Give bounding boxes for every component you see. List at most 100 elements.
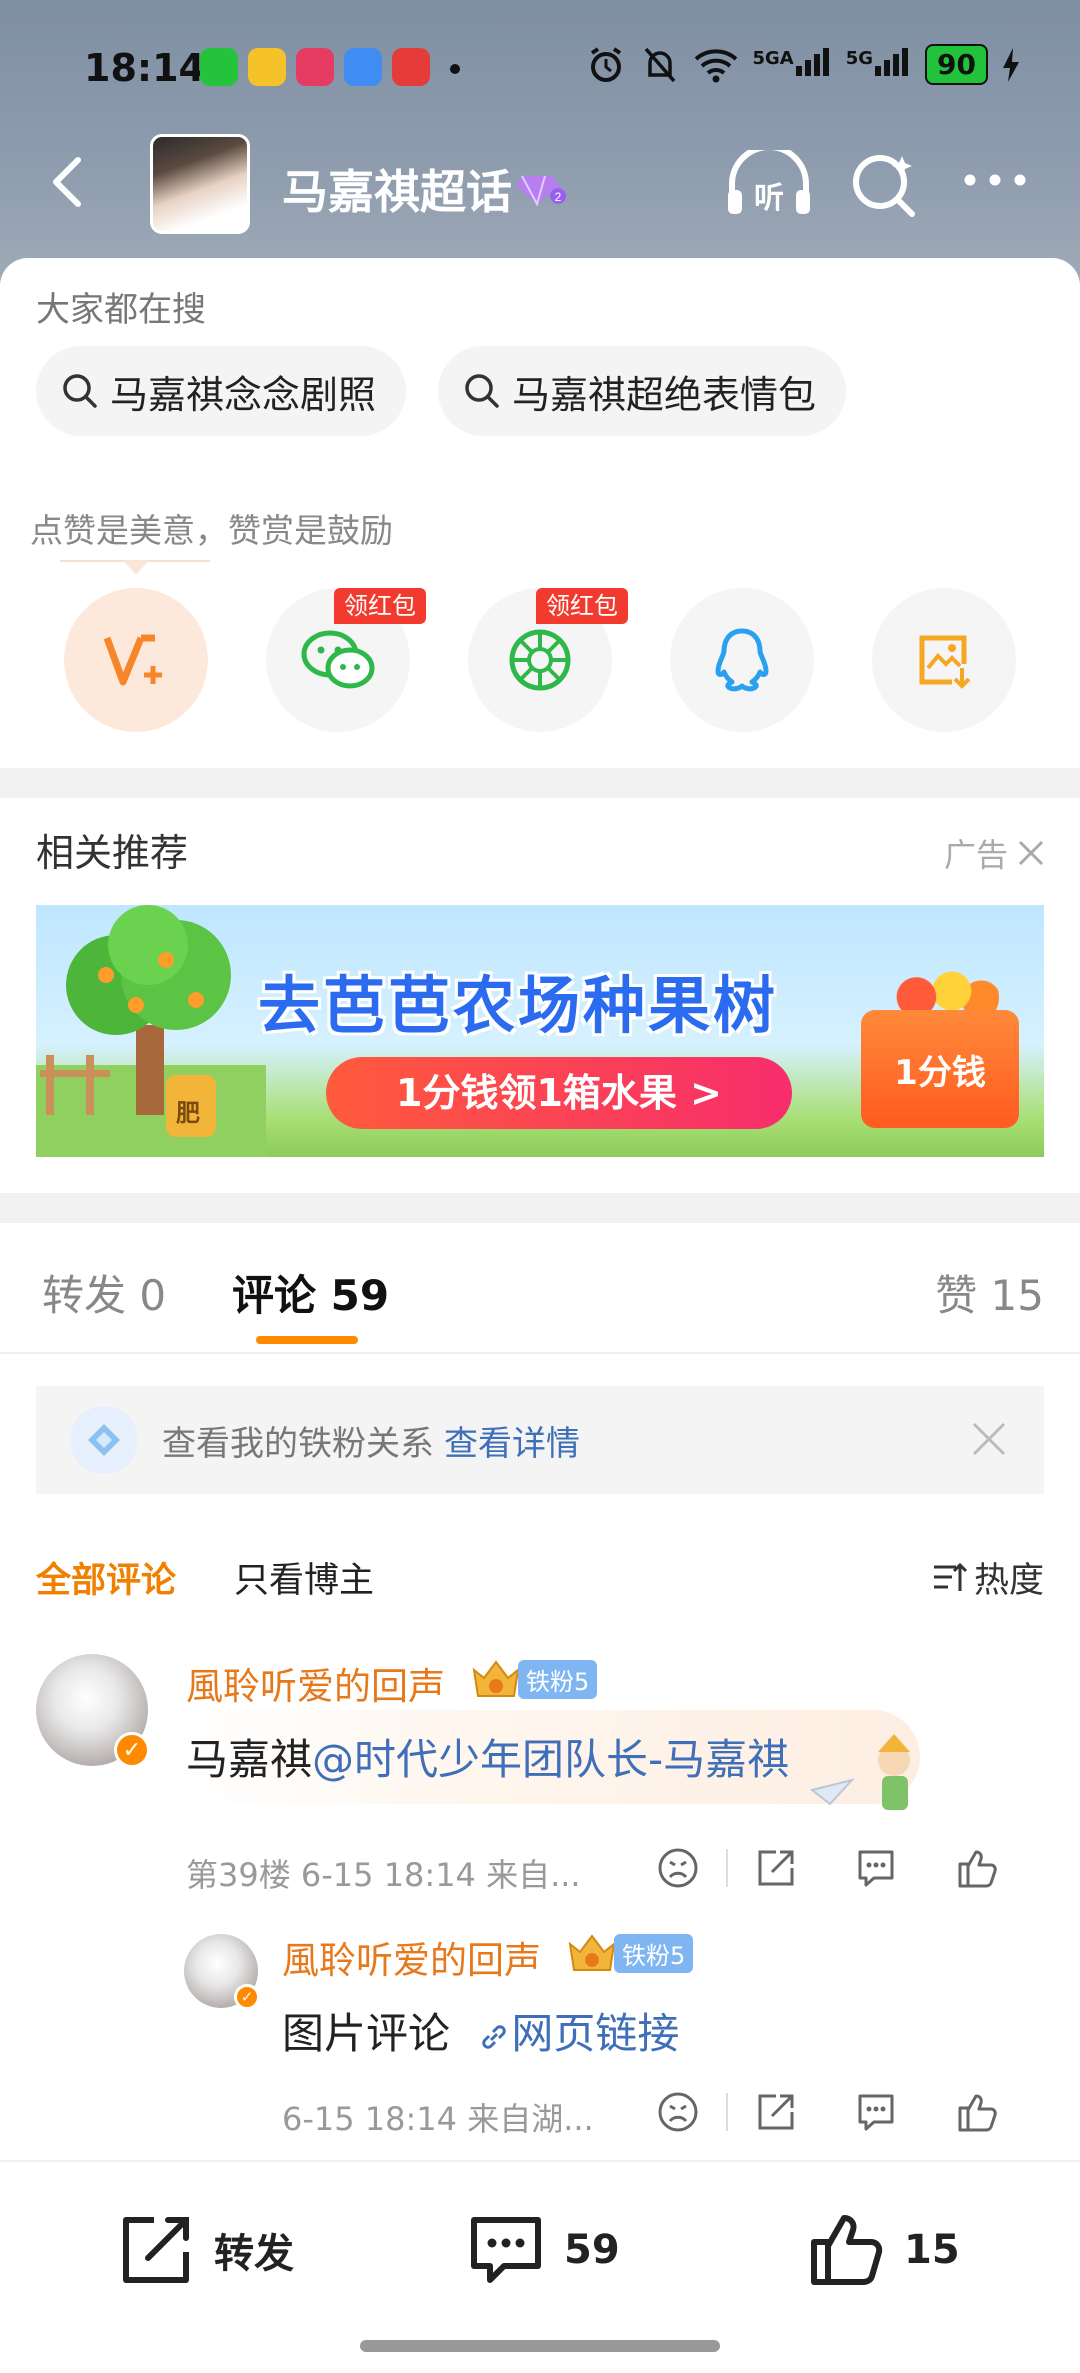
cell-signal-1: 5GA bbox=[752, 47, 831, 82]
share-vplus-button[interactable] bbox=[64, 588, 208, 732]
tab-comments[interactable]: 评论 59 bbox=[232, 1262, 389, 1323]
close-icon bbox=[1018, 840, 1044, 866]
comment-text-prefix: 马嘉祺 bbox=[186, 1735, 313, 1784]
filter-author-only[interactable]: 只看博主 bbox=[234, 1552, 374, 1603]
section-divider bbox=[0, 768, 1080, 798]
avatar[interactable]: ✓ bbox=[36, 1654, 150, 1768]
fruit-tree-illustration bbox=[36, 905, 266, 1157]
bottom-action-bar: 转发 59 15 bbox=[0, 2160, 1080, 2373]
weibo-app-icon bbox=[248, 48, 286, 86]
share-icon bbox=[123, 2217, 189, 2283]
red-packet-tag: 领红包 bbox=[536, 588, 628, 624]
tab-likes[interactable]: 赞 15 bbox=[935, 1262, 1044, 1323]
ad-label: 广告 bbox=[943, 836, 1008, 874]
bottom-like-count: 15 bbox=[904, 2227, 960, 2273]
topic-header: 马嘉祺超话 2 听 bbox=[0, 130, 1080, 250]
dislike-face-icon[interactable] bbox=[656, 1846, 700, 1890]
ad-banner-title: 去芭芭农场种果树 bbox=[258, 969, 779, 1042]
hot-search-chip[interactable]: 马嘉祺念念剧照 bbox=[36, 346, 407, 436]
reply-icon[interactable] bbox=[854, 1846, 898, 1890]
comment-text: 马嘉祺@时代少年团队长-马嘉祺 bbox=[186, 1726, 789, 1787]
hot-search-label: 大家都在搜 bbox=[36, 290, 206, 330]
action-separator bbox=[726, 1849, 728, 1887]
little-prince-sticker-icon bbox=[809, 1734, 910, 1810]
ad-banner-cta[interactable]: 1分钱领1箱水果 > bbox=[326, 1057, 792, 1129]
wechat-icon bbox=[301, 630, 375, 689]
page-title[interactable]: 马嘉祺超话 bbox=[282, 156, 512, 222]
search-icon[interactable] bbox=[850, 150, 920, 220]
svg-text:听: 听 bbox=[754, 181, 784, 216]
share-icon[interactable] bbox=[754, 2090, 798, 2134]
charging-icon bbox=[1003, 47, 1019, 82]
vplus-icon bbox=[103, 634, 162, 686]
svg-text:2: 2 bbox=[555, 190, 562, 204]
share-icon[interactable] bbox=[754, 1846, 798, 1890]
status-time: 18:14 bbox=[84, 46, 205, 90]
more-notifications-dot bbox=[450, 64, 460, 74]
home-indicator[interactable] bbox=[360, 2340, 720, 2352]
hot-search-chip-label: 马嘉祺超绝表情包 bbox=[512, 372, 817, 417]
bottom-comment-button[interactable]: 59 bbox=[466, 2210, 620, 2290]
wechat-app-icon bbox=[200, 48, 238, 86]
bottom-repost-button[interactable]: 转发 bbox=[116, 2210, 294, 2290]
comment-text: 图片评论 网页链接 bbox=[282, 2000, 679, 2061]
verified-icon: ✓ bbox=[234, 1984, 260, 2010]
topic-avatar[interactable] bbox=[150, 134, 250, 234]
fan-relation-banner[interactable]: 查看我的铁粉关系 查看详情 bbox=[36, 1386, 1044, 1494]
fan-level-badge: 铁粉5 bbox=[566, 1930, 694, 1976]
comment-meta: 第39楼 6-15 18:14 来自... bbox=[186, 1856, 581, 1894]
search-icon bbox=[63, 374, 97, 408]
reply-icon[interactable] bbox=[854, 2090, 898, 2134]
alarm-icon bbox=[591, 46, 622, 82]
ad-banner[interactable]: 肥 去芭芭农场种果树 1分钱领1箱水果 > 1分钱 bbox=[36, 905, 1044, 1157]
battery-indicator: 90 bbox=[925, 44, 988, 85]
comment-username[interactable]: 風聆听爱的回声 bbox=[186, 1656, 445, 1710]
sort-icon bbox=[933, 1562, 968, 1591]
sort-button[interactable]: 热度 bbox=[930, 1552, 1044, 1603]
like-icon[interactable] bbox=[954, 1846, 998, 1890]
comment-meta: 6-15 18:14 来自湖... bbox=[282, 2100, 594, 2138]
status-bar: 18:14 5GA 5G 90 bbox=[0, 40, 1080, 100]
web-link[interactable]: 网页链接 bbox=[511, 2009, 679, 2058]
xiaohongshu-app-icon bbox=[392, 48, 430, 86]
search-icon bbox=[465, 374, 499, 408]
verified-icon: ✓ bbox=[114, 1732, 150, 1768]
back-arrow-icon[interactable] bbox=[40, 152, 100, 212]
save-image-button[interactable] bbox=[872, 588, 1016, 732]
tab-repost[interactable]: 转发 0 bbox=[42, 1262, 166, 1323]
fan-relation-link[interactable]: 查看详情 bbox=[444, 1416, 580, 1465]
tiktok-app-icon bbox=[296, 48, 334, 86]
bottom-like-button[interactable]: 15 bbox=[806, 2210, 960, 2290]
network-type-label: 5GA bbox=[752, 47, 794, 69]
fan-level-label: 铁粉5 bbox=[518, 1659, 598, 1699]
comment-username[interactable]: 風聆听爱的回声 bbox=[282, 1930, 541, 1984]
like-icon bbox=[811, 2215, 883, 2285]
filter-all-comments[interactable]: 全部评论 bbox=[36, 1552, 176, 1603]
bottom-repost-label: 转发 bbox=[214, 2231, 294, 2277]
praise-hint: 点赞是美意，赞赏是鼓励 bbox=[30, 511, 393, 550]
crown-icon bbox=[568, 1934, 616, 1971]
crown-icon bbox=[472, 1660, 520, 1697]
action-separator bbox=[726, 2093, 728, 2131]
dislike-face-icon[interactable] bbox=[656, 2090, 700, 2134]
tab-divider bbox=[0, 1352, 1080, 1354]
mention-link[interactable]: @时代少年团队长-马嘉祺 bbox=[312, 1735, 789, 1784]
ad-fruit-box: 1分钱 bbox=[861, 1010, 1019, 1128]
avatar[interactable]: ✓ bbox=[184, 1934, 260, 2010]
ad-close-button[interactable]: 广告 bbox=[944, 830, 1046, 876]
recommend-title: 相关推荐 bbox=[36, 831, 189, 875]
close-icon[interactable] bbox=[970, 1420, 1008, 1458]
listen-headphones-icon[interactable]: 听 bbox=[724, 150, 814, 220]
hot-search-chip[interactable]: 马嘉祺超绝表情包 bbox=[438, 346, 847, 436]
tab-indicator bbox=[256, 1336, 358, 1344]
qq-icon bbox=[715, 628, 769, 692]
bottom-comment-count: 59 bbox=[564, 2227, 620, 2273]
like-icon[interactable] bbox=[954, 2090, 998, 2134]
share-qq-button[interactable] bbox=[670, 588, 814, 732]
red-packet-tag: 领红包 bbox=[334, 588, 426, 624]
comment-text-prefix: 图片评论 bbox=[282, 2009, 451, 2058]
sort-label: 热度 bbox=[973, 1561, 1044, 1601]
section-divider bbox=[0, 1193, 1080, 1223]
more-icon[interactable] bbox=[960, 150, 1030, 210]
comment-icon bbox=[471, 2217, 541, 2283]
